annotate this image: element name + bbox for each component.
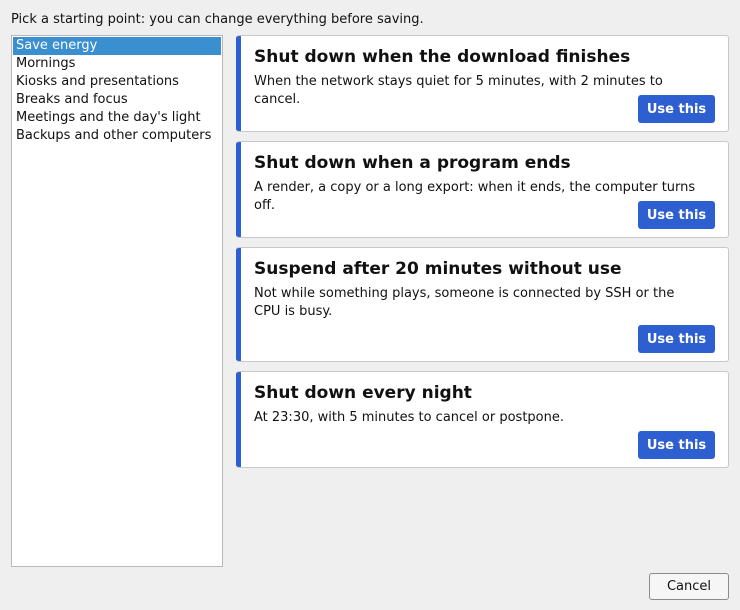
template-card-program-ends: Shut down when a program ends A render, … <box>236 141 729 238</box>
template-description: Not while something plays, someone is co… <box>254 286 675 319</box>
template-description: At 23:30, with 5 minutes to cancel or po… <box>254 410 565 425</box>
template-card-suspend: Suspend after 20 minutes without use Not… <box>236 247 729 362</box>
intro-text: Pick a starting point: you can change ev… <box>11 12 424 27</box>
category-item-backups[interactable]: Backups and other computers <box>13 127 221 145</box>
template-description: A render, a copy or a long export: when … <box>254 180 696 213</box>
use-template-button[interactable]: Use this <box>638 325 715 353</box>
template-title: Shut down every night <box>254 383 472 403</box>
template-card-nightly: Shut down every night At 23:30, with 5 m… <box>236 371 729 468</box>
template-description: When the network stays quiet for 5 minut… <box>254 74 663 107</box>
category-item-kiosks[interactable]: Kiosks and presentations <box>13 73 221 91</box>
use-template-button[interactable]: Use this <box>638 431 715 459</box>
category-item-mornings[interactable]: Mornings <box>13 55 221 73</box>
template-title: Shut down when a program ends <box>254 153 571 173</box>
template-cards: Shut down when the download finishes Whe… <box>236 35 729 477</box>
use-template-button[interactable]: Use this <box>638 201 715 229</box>
template-card-download: Shut down when the download finishes Whe… <box>236 35 729 132</box>
category-item-breaks[interactable]: Breaks and focus <box>13 91 221 109</box>
template-title: Shut down when the download finishes <box>254 47 631 67</box>
template-title: Suspend after 20 minutes without use <box>254 259 622 279</box>
cancel-button[interactable]: Cancel <box>649 573 729 600</box>
category-list[interactable]: Save energy Mornings Kiosks and presenta… <box>11 35 223 567</box>
category-item-save-energy[interactable]: Save energy <box>13 37 221 55</box>
use-template-button[interactable]: Use this <box>638 95 715 123</box>
category-item-meetings[interactable]: Meetings and the day's light <box>13 109 221 127</box>
